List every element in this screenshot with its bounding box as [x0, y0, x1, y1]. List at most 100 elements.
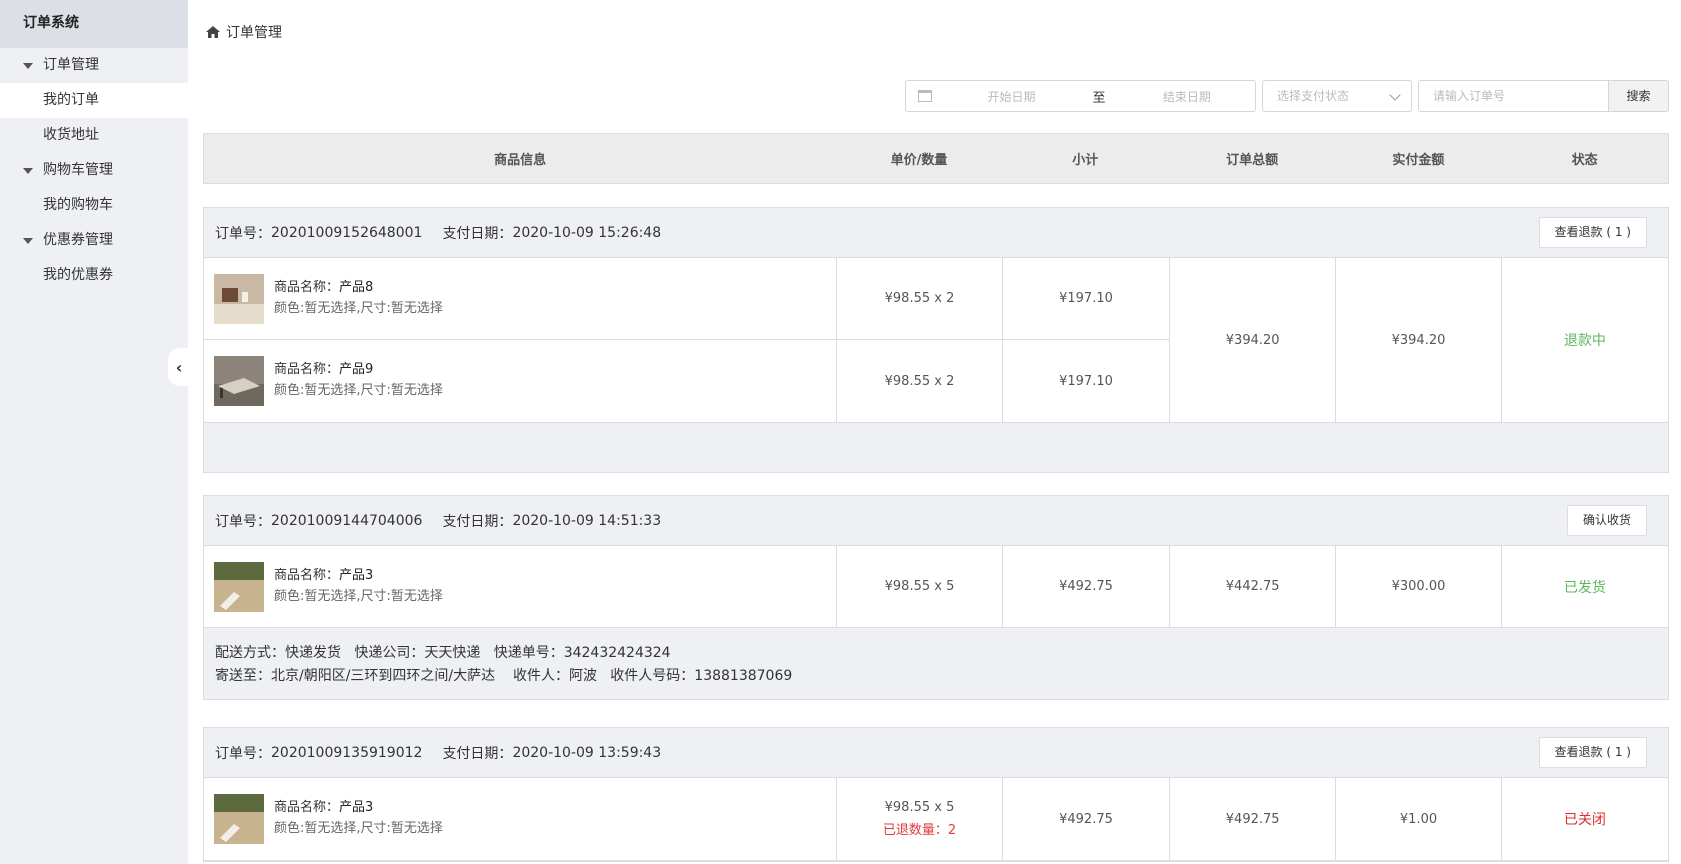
view-refund-button[interactable]: 查看退款 ( 1 ) [1538, 217, 1647, 248]
order-status: 退款中 [1502, 258, 1668, 422]
order-no-label: 订单号： [215, 745, 271, 762]
status-label: 已发货 [1563, 579, 1606, 596]
product-name[interactable]: 商品名称：产品8 [274, 278, 443, 298]
shipping-line-2: 寄送至：北京/朝阳区/三环到四环之间/大萨达 收件人：阿波 收件人号码：1388… [215, 668, 793, 684]
calendar-icon [918, 90, 932, 102]
order-header: 订单号： 20201009152648001 支付日期： 2020-10-09 15… [204, 208, 1668, 258]
sidebar-group-orders[interactable]: 订单管理 [0, 48, 188, 83]
subtotal: ¥492.75 [1003, 778, 1170, 860]
sidebar-group-label: 优惠券管理 [43, 232, 113, 248]
sidebar-group-label: 购物车管理 [43, 162, 113, 178]
product-row: 商品名称：产品3 颜色:暂无选择,尺寸:暂无选择 ¥98.55 x 5 已退数量：… [204, 778, 1170, 860]
price-qty: ¥98.55 x 2 [837, 258, 1003, 339]
product-info: 商品名称：产品9 颜色:暂无选择,尺寸:暂无选择 [204, 340, 837, 422]
product-row: 商品名称：产品9 颜色:暂无选择,尺寸:暂无选择 ¥98.55 x 2 ¥197.… [204, 340, 1170, 422]
order-number-input[interactable]: 请输入订单号 [1418, 80, 1609, 112]
order-total: ¥394.20 [1170, 258, 1337, 422]
status-label: 已关闭 [1563, 812, 1606, 828]
product-name[interactable]: 商品名称：产品3 [274, 798, 443, 818]
sidebar-item-my-orders[interactable]: 我的订单 [0, 83, 188, 118]
order-no-label: 订单号： [215, 225, 271, 242]
order-total: ¥442.75 [1170, 546, 1337, 627]
product-name-label: 商品名称： [274, 800, 340, 815]
order-footer [204, 423, 1668, 472]
end-date-input[interactable]: 结束日期 [1119, 88, 1255, 105]
header-order-total: 订单总额 [1226, 153, 1279, 168]
product-name[interactable]: 商品名称：产品9 [274, 360, 443, 380]
pay-status-select[interactable]: 选择支付状态 [1262, 80, 1412, 112]
order-no: 20201009152648001 [271, 224, 423, 241]
product-thumbnail[interactable] [214, 273, 264, 324]
order-body: 商品名称：产品3 颜色:暂无选择,尺寸:暂无选择 ¥98.55 x 5 已退数量：… [204, 778, 1668, 861]
table-header: 商品信息 单价/数量 小计 订单总额 实付金额 状态 [203, 133, 1669, 184]
chevron-left-icon: ‹ [175, 357, 183, 377]
paid-amount: ¥1.00 [1336, 778, 1502, 860]
order-status: 已发货 [1502, 546, 1668, 627]
product-name-value: 产品9 [339, 362, 374, 377]
status-label: 退款中 [1563, 333, 1606, 349]
product-name[interactable]: 商品名称：产品3 [274, 566, 443, 586]
paid-amount: ¥300.00 [1336, 546, 1502, 627]
product-name-label: 商品名称： [274, 567, 340, 583]
sidebar-group-coupons[interactable]: 优惠券管理 [0, 223, 188, 258]
product-spec: 颜色:暂无选择,尺寸:暂无选择 [274, 383, 443, 398]
shipping-info: 配送方式：快递发货 快递公司：天天快递 快递单号：342432424324 寄送… [204, 628, 1668, 699]
sidebar: 订单系统 订单管理 我的订单 收货地址 购物车管理 我的购物车 优惠券管理 我的… [0, 0, 188, 864]
product-thumbnail[interactable] [214, 794, 264, 844]
pay-date: 2020-10-09 14:51:33 [512, 512, 662, 529]
product-info: 商品名称：产品8 颜色:暂无选择,尺寸:暂无选择 [204, 258, 837, 339]
sidebar-item-my-coupons[interactable]: 我的优惠券 [0, 258, 188, 293]
header-status: 状态 [1571, 153, 1598, 168]
product-thumbnail[interactable] [214, 561, 264, 612]
sidebar-group-label: 订单管理 [43, 57, 99, 73]
order-no: 20201009144704006 [271, 512, 423, 529]
refunded-qty: 已退数量：2 [882, 823, 957, 838]
product-name-value: 产品8 [339, 279, 374, 295]
collapse-sidebar-button[interactable]: ‹ [168, 348, 190, 386]
price-qty-cell: ¥98.55 x 5 已退数量：2 [837, 778, 1003, 860]
chevron-down-icon [1389, 89, 1401, 101]
pay-date: 2020-10-09 15:26:48 [512, 224, 662, 241]
sidebar-item-my-cart[interactable]: 我的购物车 [0, 188, 188, 223]
product-name-value: 产品3 [339, 800, 374, 815]
price-qty: ¥98.55 x 5 [884, 800, 955, 815]
shipping-line-1: 配送方式：快递发货 快递公司：天天快递 快递单号：342432424324 [215, 645, 671, 661]
order-total: ¥492.75 [1170, 778, 1337, 860]
order-body: 商品名称：产品3 颜色:暂无选择,尺寸:暂无选择 ¥98.55 x 5 ¥492.… [204, 546, 1668, 628]
search-button[interactable]: 搜索 [1609, 80, 1669, 112]
order-no-label: 订单号： [215, 513, 271, 530]
paid-amount: ¥394.20 [1336, 258, 1502, 422]
sidebar-title: 订单系统 [0, 0, 188, 48]
order-header: 订单号： 20201009144704006 支付日期： 2020-10-09 14… [204, 496, 1668, 546]
product-info: 商品名称：产品3 颜色:暂无选择,尺寸:暂无选择 [204, 546, 837, 627]
order-card: 订单号： 20201009152648001 支付日期： 2020-10-09 15… [203, 207, 1669, 473]
product-spec: 颜色:暂无选择,尺寸:暂无选择 [274, 300, 443, 316]
header-product-info: 商品信息 [494, 153, 547, 168]
select-placeholder: 选择支付状态 [1277, 89, 1350, 103]
order-body: 商品名称：产品8 颜色:暂无选择,尺寸:暂无选择 ¥98.55 x 2 ¥197.… [204, 258, 1668, 423]
header-paid-amount: 实付金额 [1392, 153, 1445, 168]
product-spec: 颜色:暂无选择,尺寸:暂无选择 [274, 588, 443, 604]
sidebar-group-cart[interactable]: 购物车管理 [0, 153, 188, 188]
sidebar-item-address[interactable]: 收货地址 [0, 118, 188, 153]
product-spec: 颜色:暂无选择,尺寸:暂无选择 [274, 821, 443, 836]
product-info: 商品名称：产品3 颜色:暂无选择,尺寸:暂无选择 [204, 778, 837, 860]
product-name-label: 商品名称： [274, 279, 340, 295]
confirm-receipt-button[interactable]: 确认收货 [1566, 505, 1647, 536]
header-subtotal: 小计 [1072, 153, 1099, 168]
date-range-picker[interactable]: 开始日期 至 结束日期 [905, 80, 1256, 112]
pay-date-label: 支付日期： [442, 225, 513, 242]
breadcrumb: 订单管理 [206, 22, 282, 42]
home-icon [206, 26, 220, 38]
view-refund-button[interactable]: 查看退款 ( 1 ) [1538, 737, 1647, 768]
order-status: 已关闭 [1502, 778, 1668, 860]
caret-down-icon [23, 238, 33, 244]
order-card: 订单号： 20201009144704006 支付日期： 2020-10-09 14… [203, 495, 1669, 700]
breadcrumb-label: 订单管理 [226, 25, 282, 41]
pay-date-label: 支付日期： [442, 745, 513, 762]
start-date-input[interactable]: 开始日期 [934, 88, 1090, 105]
product-name-label: 商品名称： [274, 362, 340, 377]
product-thumbnail[interactable] [214, 356, 264, 406]
order-header: 订单号： 20201009135919012 支付日期： 2020-10-09 13… [204, 728, 1668, 778]
product-row: 商品名称：产品3 颜色:暂无选择,尺寸:暂无选择 ¥98.55 x 5 ¥492.… [204, 546, 1170, 627]
